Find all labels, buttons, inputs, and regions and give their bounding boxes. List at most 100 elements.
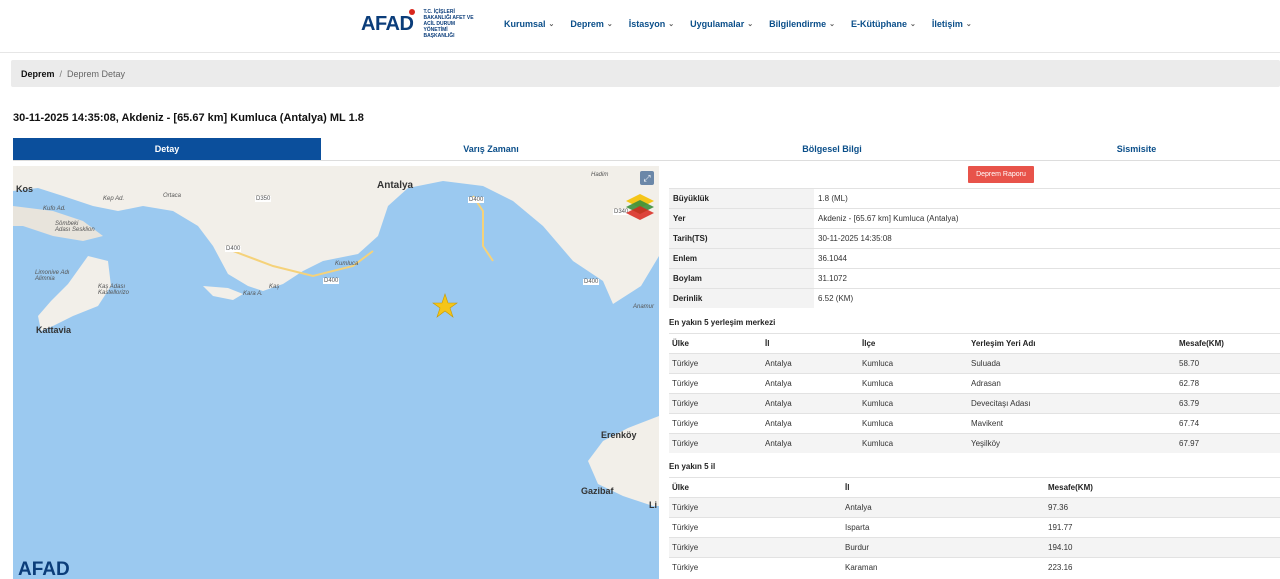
table-cell: Türkiye: [669, 537, 842, 558]
tab-detay[interactable]: Detay: [13, 138, 321, 160]
chevron-down-icon: ⌄: [548, 21, 555, 28]
info-key: Boylam: [669, 268, 814, 289]
nav-deprem[interactable]: Deprem ⌄: [570, 19, 612, 29]
chevron-down-icon: ⌄: [829, 21, 835, 28]
afad-logo[interactable]: AFAD T.C. İÇİŞLERİ BAKANLIĞI AFET VE ACİ…: [361, 9, 478, 39]
road-label-d400-2: D400: [468, 197, 485, 203]
table-cell: Suluada: [968, 353, 1176, 374]
info-row: Büyüklük 1.8 (ML): [669, 188, 1280, 209]
table-cell: Adrasan: [968, 373, 1176, 394]
table-cell: Isparta: [842, 517, 1045, 538]
breadcrumb-deprem-link[interactable]: Deprem: [21, 69, 55, 79]
info-value: Akdeniz - [65.67 km] Kumluca (Antalya): [814, 208, 1280, 229]
road-d400: [472, 195, 494, 262]
map-label-kas: Kaş: [269, 284, 280, 290]
detail-tabs: Detay Varış Zamanı Bölgesel Bilgi Sismis…: [13, 138, 1280, 161]
kara-island: [203, 286, 243, 300]
map-fullscreen-icon[interactable]: ⤢: [640, 171, 654, 185]
table-cell: 67.97: [1176, 433, 1280, 453]
table-cell: 194.10: [1045, 537, 1280, 558]
map-label-kep: Kep Ad.: [103, 196, 125, 202]
logo-subtitle: T.C. İÇİŞLERİ BAKANLIĞI AFET VE ACİL DUR…: [423, 9, 474, 39]
road-label-d400-3: D400: [583, 279, 600, 285]
nav-label: Deprem: [570, 19, 604, 29]
col-ulke: Ülke: [669, 333, 762, 354]
table-cell: Yeşilköy: [968, 433, 1176, 453]
map-label-ortaca: Ortaca: [163, 193, 182, 199]
table-cell: Türkiye: [669, 393, 762, 414]
table-cell: Türkiye: [669, 517, 842, 538]
info-value: 36.1044: [814, 248, 1280, 269]
info-row: Boylam 31.1072: [669, 268, 1280, 289]
nav-iletisim[interactable]: İletişim ⌄: [932, 19, 972, 29]
map-label-gazibaf: Gazibaf: [581, 486, 614, 496]
earthquake-map[interactable]: Kos Antalya Kattavia Erenköy Gazibaf Kum…: [13, 166, 659, 579]
chevron-down-icon: ⌄: [747, 21, 754, 28]
table-row: Türkiye Antalya Kumluca Suluada 58.70: [669, 353, 1280, 374]
table-row: Türkiye Antalya Kumluca Devecitaşı Adası 63.…: [669, 393, 1280, 414]
road-label-d400-4: D400: [323, 278, 340, 284]
table-cell: Antalya: [842, 497, 1045, 518]
table-cell: Türkiye: [669, 497, 842, 518]
nav-istasyon[interactable]: İstasyon ⌄: [629, 19, 674, 29]
table-cell: Burdur: [842, 537, 1045, 558]
table-cell: Türkiye: [669, 373, 762, 394]
table-cell: 62.78: [1176, 373, 1280, 394]
table-cell: 67.74: [1176, 413, 1280, 434]
table-cell: 191.77: [1045, 517, 1280, 538]
table-cell: Antalya: [762, 373, 859, 394]
info-key: Yer: [669, 208, 814, 229]
table-cell: Antalya: [762, 393, 859, 414]
table-cell: 58.70: [1176, 353, 1280, 374]
info-row: Yer Akdeniz - [65.67 km] Kumluca (Antalya…: [669, 208, 1280, 229]
table-cell: Antalya: [762, 353, 859, 374]
nearest-il-table: Ülke İl Mesafe(KM) Türkiye Antalya 97.36 Tü…: [669, 477, 1280, 577]
map-label-erenkoy: Erenköy: [601, 430, 637, 440]
table-header-row: Ülke İl Mesafe(KM): [669, 477, 1280, 498]
tab-bolgesel-bilgi[interactable]: Bölgesel Bilgi: [677, 138, 987, 160]
epicenter-star-icon[interactable]: [432, 293, 458, 318]
nav-kurumsal[interactable]: Kurumsal ⌄: [504, 19, 554, 29]
table-row: Türkiye Antalya Kumluca Adrasan 62.78: [669, 373, 1280, 394]
nav-label: İstasyon: [628, 19, 666, 29]
nearest-il-title: En yakın 5 il: [669, 462, 716, 471]
logo-dot-icon: [409, 9, 415, 15]
info-key: Tarih(TS): [669, 228, 814, 249]
map-label-antalya: Antalya: [377, 180, 414, 191]
map-label-li: Li: [649, 500, 657, 510]
deprem-raporu-button[interactable]: Deprem Raporu: [968, 166, 1034, 183]
layers-icon[interactable]: [625, 194, 655, 220]
tab-sismisite[interactable]: Sismisite: [993, 138, 1280, 160]
info-value: 31.1072: [814, 268, 1280, 289]
logo-text: AFAD: [361, 12, 414, 35]
nav-bilgilendirme[interactable]: Bilgilendirme ⌄: [769, 19, 835, 29]
table-cell: Kumluca: [859, 413, 968, 434]
nav-uygulamalar[interactable]: Uygulamalar ⌄: [690, 19, 753, 29]
nav-label: E-Kütüphane: [850, 19, 907, 29]
table-cell: Mavikent: [968, 413, 1176, 434]
info-table: Büyüklük 1.8 (ML) Yer Akdeniz - [65.67 km] …: [669, 188, 1280, 308]
table-cell: Kumluca: [859, 353, 968, 374]
map-label-kattavia: Kattavia: [36, 325, 72, 335]
table-cell: 97.36: [1045, 497, 1280, 518]
info-key: Derinlik: [669, 288, 814, 308]
info-row: Enlem 36.1044: [669, 248, 1280, 269]
nearest5-title: En yakın 5 yerleşim merkezi: [669, 318, 776, 327]
table-cell: Karaman: [842, 557, 1045, 577]
info-key: Enlem: [669, 248, 814, 269]
table-cell: Türkiye: [669, 557, 842, 577]
road-label-d350: D350: [255, 196, 272, 202]
table-row: Türkiye Antalya Kumluca Yeşilköy 67.97: [669, 433, 1280, 453]
table-cell: Kumluca: [859, 393, 968, 414]
map-label-kara: Kara A.: [243, 291, 263, 297]
nav-e-kutuphane[interactable]: E-Kütüphane ⌄: [851, 19, 916, 29]
chevron-down-icon: ⌄: [909, 21, 916, 28]
road-label-d400-1: D400: [225, 246, 242, 252]
map-label-limonive: Limonive Adı Alimnia: [35, 270, 70, 282]
nav-label: Uygulamalar: [690, 19, 745, 29]
table-cell: 223.16: [1045, 557, 1280, 577]
breadcrumb-current: Deprem Detay: [67, 68, 126, 79]
info-row: Tarih(TS) 30-11-2025 14:35:08: [669, 228, 1280, 249]
map-label-hadim: Hadim: [591, 172, 609, 178]
tab-varis-zamani[interactable]: Varış Zamanı: [337, 138, 645, 160]
